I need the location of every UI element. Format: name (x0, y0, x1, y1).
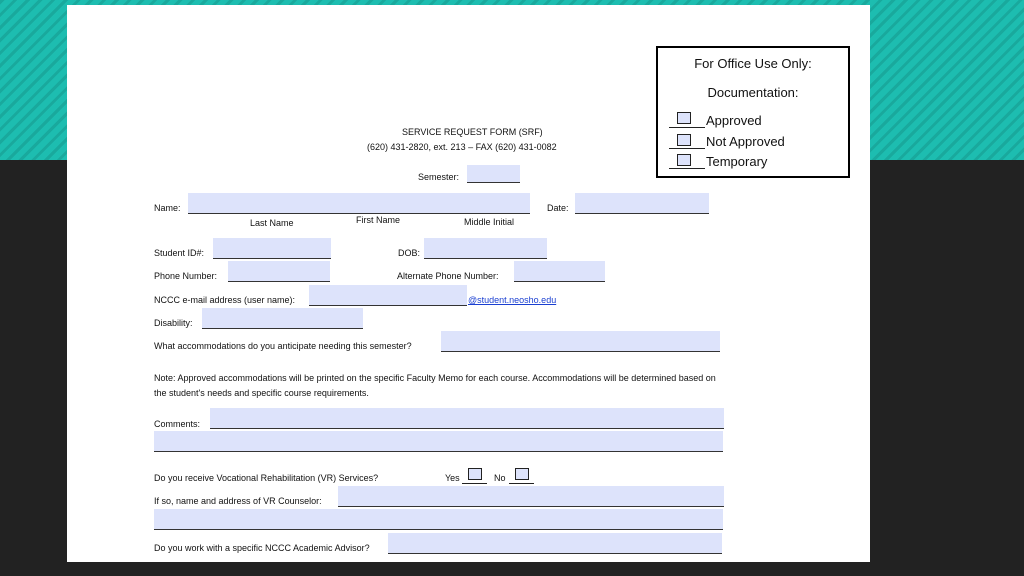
not-approved-line (669, 148, 705, 149)
vr-counselor-field-1[interactable] (338, 486, 724, 507)
form-page: For Office Use Only: Documentation: Appr… (67, 5, 870, 562)
form-title: SERVICE REQUEST FORM (SRF) (402, 127, 543, 137)
disability-label: Disability: (154, 318, 193, 328)
note-line-2: the student's needs and specific course … (154, 388, 369, 398)
temporary-label: Temporary (706, 154, 768, 169)
not-approved-checkbox[interactable] (677, 134, 691, 146)
temporary-line (669, 168, 705, 169)
alt-phone-field[interactable] (514, 261, 605, 282)
first-name-caption: First Name (356, 215, 401, 225)
approved-checkbox[interactable] (677, 112, 691, 124)
vr-counselor-label: If so, name and address of VR Counselor: (154, 496, 322, 506)
temporary-checkbox[interactable] (677, 154, 691, 166)
alt-phone-label: Alternate Phone Number: (397, 271, 499, 281)
middle-initial-caption: Middle Initial (464, 217, 515, 227)
semester-field[interactable] (467, 165, 520, 183)
name-label: Name: (154, 203, 181, 213)
vr-yes-checkbox[interactable] (468, 468, 482, 480)
not-approved-label: Not Approved (706, 134, 785, 149)
approved-label: Approved (706, 113, 762, 128)
dob-field[interactable] (424, 238, 547, 259)
email-field[interactable] (309, 285, 467, 306)
approved-line (669, 127, 705, 128)
email-label: NCCC e-mail address (user name): (154, 295, 296, 305)
documentation-label: Documentation: (707, 85, 799, 100)
accommodations-label: What accommodations do you anticipate ne… (154, 341, 412, 351)
advisor-field[interactable] (388, 533, 722, 554)
vr-label: Do you receive Vocational Rehabilitation… (154, 473, 379, 483)
phone-label: Phone Number: (154, 271, 218, 281)
vr-no-checkbox[interactable] (515, 468, 529, 480)
vr-yes-line (462, 483, 487, 484)
name-field[interactable] (188, 193, 530, 214)
date-label: Date: (547, 203, 569, 213)
email-domain: @student.neosho.edu (468, 295, 557, 305)
date-field[interactable] (575, 193, 709, 214)
note-line-1: Note: Approved accommodations will be pr… (154, 373, 716, 383)
semester-label: Semester: (418, 172, 460, 182)
vr-no-label: No (494, 473, 506, 483)
advisor-label: Do you work with a specific NCCC Academi… (154, 543, 370, 553)
phone-field[interactable] (228, 261, 330, 282)
vr-yes-label: Yes (445, 473, 460, 483)
student-id-label: Student ID#: (154, 248, 205, 258)
comments-label: Comments: (154, 419, 201, 429)
accommodations-field[interactable] (441, 331, 720, 352)
vr-counselor-field-2[interactable] (154, 509, 723, 530)
comments-field-1[interactable] (210, 408, 724, 429)
student-id-field[interactable] (213, 238, 331, 259)
last-name-caption: Last Name (250, 218, 294, 228)
comments-field-2[interactable] (154, 431, 723, 452)
office-use-title: For Office Use Only: (694, 56, 812, 71)
dob-label: DOB: (398, 248, 421, 258)
office-use-box: For Office Use Only: Documentation: Appr… (656, 46, 850, 178)
vr-no-line (509, 483, 534, 484)
form-phone: (620) 431-2820, ext. 213 – FAX (620) 431… (367, 142, 557, 152)
disability-field[interactable] (202, 308, 363, 329)
